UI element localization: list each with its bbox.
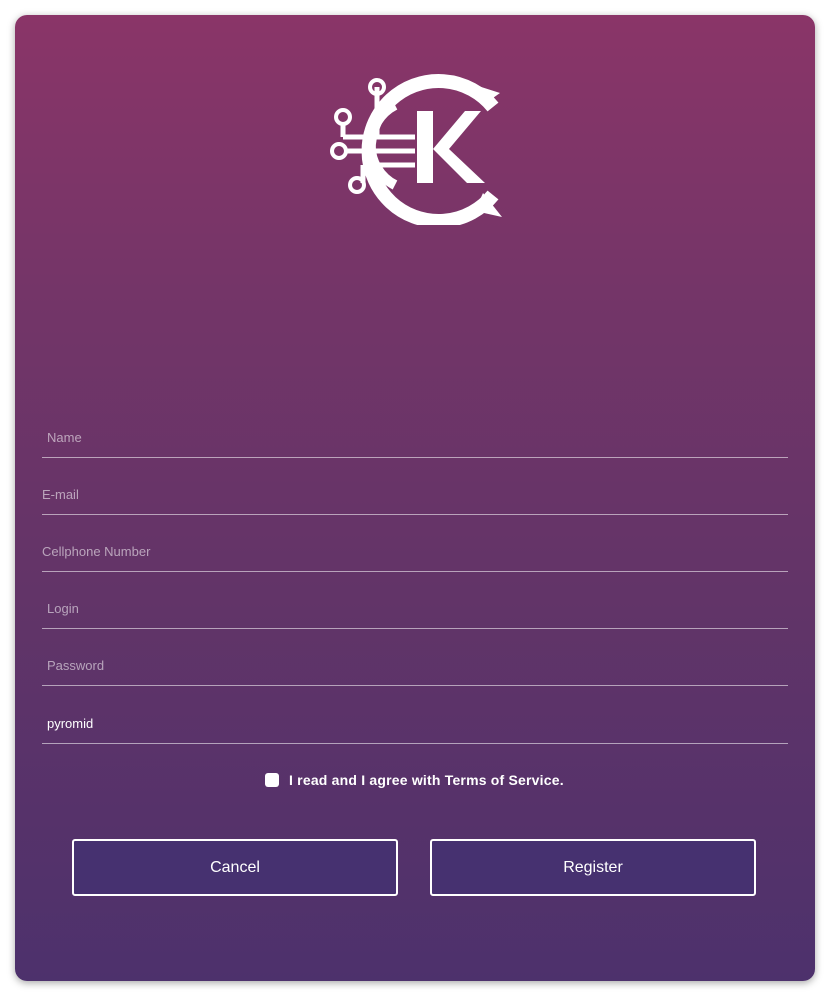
password-field[interactable]: [42, 645, 788, 686]
terms-row[interactable]: I read and I agree with Terms of Service…: [265, 770, 564, 790]
extra-field[interactable]: [42, 703, 788, 744]
register-card: I read and I agree with Terms of Service…: [15, 15, 815, 981]
cellphone-field[interactable]: [42, 531, 788, 572]
cancel-button[interactable]: Cancel: [72, 839, 398, 896]
login-input[interactable]: [42, 588, 788, 628]
register-button[interactable]: Register: [430, 839, 756, 896]
cellphone-input[interactable]: [42, 531, 788, 571]
name-input[interactable]: [42, 417, 788, 457]
circuit-k-logo-icon: [330, 74, 502, 225]
name-field[interactable]: [42, 417, 788, 458]
login-field[interactable]: [42, 588, 788, 629]
email-input[interactable]: [42, 474, 788, 514]
terms-checkbox[interactable]: [265, 773, 279, 787]
password-input[interactable]: [42, 645, 788, 685]
extra-input[interactable]: [42, 703, 788, 743]
terms-label: I read and I agree with Terms of Service…: [289, 772, 564, 788]
email-field[interactable]: [42, 474, 788, 515]
